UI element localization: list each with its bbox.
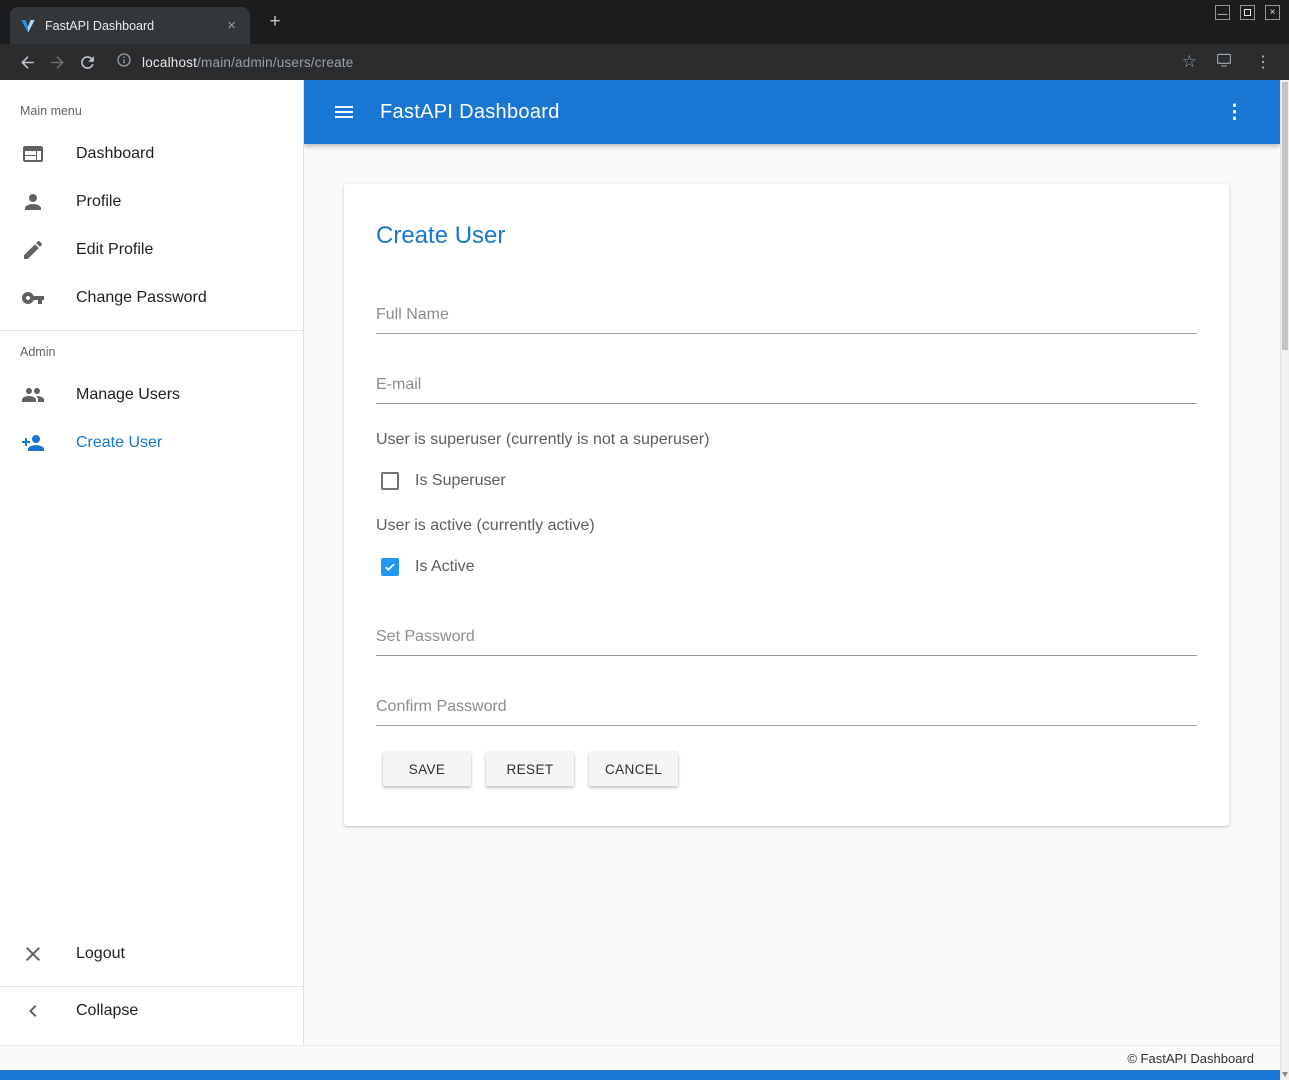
back-button[interactable] — [12, 48, 42, 76]
browser-menu-icon[interactable]: ⋮ — [1249, 52, 1277, 72]
hamburger-menu-icon[interactable] — [332, 100, 356, 124]
window-maximize-button[interactable] — [1240, 5, 1255, 20]
back-arrow-icon — [18, 53, 37, 72]
scrollbar-down-arrow-icon[interactable] — [1282, 1072, 1288, 1077]
sidebar-item-create-user[interactable]: Create User — [0, 419, 303, 467]
set-password-input[interactable] — [376, 622, 1197, 656]
sidebar-item-logout[interactable]: Logout — [0, 930, 303, 978]
superuser-hint: User is superuser (currently is not a su… — [376, 431, 1197, 449]
reset-button[interactable]: RESET — [486, 752, 574, 786]
dashboard-icon — [21, 142, 45, 166]
is-superuser-checkbox-row[interactable]: Is Superuser — [376, 472, 1197, 490]
is-active-label[interactable]: Is Active — [415, 558, 475, 576]
reload-button[interactable] — [72, 48, 102, 76]
sidebar-item-label: Collapse — [76, 1002, 138, 1020]
create-user-card: Create User User is superuser (currently… — [344, 184, 1229, 826]
person-icon — [21, 190, 45, 214]
new-tab-button[interactable]: + — [263, 11, 287, 33]
page-scrollbar[interactable] — [1280, 80, 1289, 1080]
active-hint: User is active (currently active) — [376, 517, 1197, 535]
vuetify-logo-icon — [20, 18, 36, 34]
close-x-icon — [21, 942, 45, 966]
footer-copyright: © FastAPI Dashboard — [0, 1045, 1280, 1070]
is-superuser-label[interactable]: Is Superuser — [415, 472, 506, 490]
forward-arrow-icon — [48, 53, 67, 72]
appbar: FastAPI Dashboard ⋮ — [304, 80, 1280, 144]
sidebar-caption-main-menu: Main menu — [0, 80, 303, 130]
window-controls: — × — [1215, 5, 1280, 20]
is-superuser-checkbox[interactable] — [381, 472, 399, 490]
close-icon: × — [1270, 8, 1276, 18]
sidebar-item-label: Create User — [76, 434, 162, 452]
footer-accent-bar — [0, 1070, 1280, 1080]
window-close-button[interactable]: × — [1265, 5, 1280, 20]
browser-titlebar: FastAPI Dashboard × + — × — [0, 0, 1289, 44]
main-area: FastAPI Dashboard ⋮ Create User User is … — [304, 80, 1280, 1045]
page: Main menu Dashboard Profile Edit Profile… — [0, 80, 1289, 1080]
full-name-field — [376, 300, 1197, 334]
page-title: Create User — [376, 222, 1197, 250]
sidebar-item-collapse[interactable]: Collapse — [0, 987, 303, 1035]
forward-button[interactable] — [42, 48, 72, 76]
sidebar-caption-admin: Admin — [0, 331, 303, 371]
check-icon — [383, 560, 397, 574]
save-button[interactable]: SAVE — [383, 752, 471, 786]
minimize-icon: — — [1218, 10, 1228, 20]
maximize-icon — [1244, 9, 1251, 16]
appbar-title: FastAPI Dashboard — [380, 101, 560, 124]
is-active-checkbox[interactable] — [381, 558, 399, 576]
address-bar[interactable]: localhost/main/admin/users/create — [116, 48, 1182, 76]
url-text[interactable]: localhost/main/admin/users/create — [142, 55, 353, 70]
sidebar-item-change-password[interactable]: Change Password — [0, 274, 303, 322]
tab-close-icon[interactable]: × — [223, 16, 240, 35]
sidebar-item-label: Dashboard — [76, 145, 154, 163]
confirm-password-field — [376, 692, 1197, 726]
sidebar-item-edit-profile[interactable]: Edit Profile — [0, 226, 303, 274]
full-name-input[interactable] — [376, 300, 1197, 334]
person-add-icon — [21, 431, 45, 455]
sidebar-spacer — [0, 467, 303, 930]
chevron-left-icon — [21, 999, 45, 1023]
sidebar-item-label: Logout — [76, 945, 125, 963]
window-minimize-button[interactable]: — — [1215, 5, 1230, 20]
scrollbar-thumb[interactable] — [1282, 82, 1288, 350]
reload-icon — [78, 53, 97, 72]
confirm-password-input[interactable] — [376, 692, 1197, 726]
email-input[interactable] — [376, 370, 1197, 404]
sidebar: Main menu Dashboard Profile Edit Profile… — [0, 80, 304, 1045]
form-actions: SAVE RESET CANCEL — [376, 752, 1197, 786]
sidebar-item-label: Change Password — [76, 289, 207, 307]
tab-title: FastAPI Dashboard — [45, 19, 223, 33]
sidebar-item-label: Edit Profile — [76, 241, 153, 259]
sidebar-item-dashboard[interactable]: Dashboard — [0, 130, 303, 178]
browser-toolbar: localhost/main/admin/users/create ☆ ⋮ — [0, 44, 1289, 80]
appbar-menu-icon[interactable]: ⋮ — [1217, 97, 1252, 128]
sidebar-item-label: Manage Users — [76, 386, 180, 404]
key-icon — [21, 286, 45, 310]
url-path: /main/admin/users/create — [197, 55, 353, 70]
is-active-checkbox-row[interactable]: Is Active — [376, 558, 1197, 576]
footer: © FastAPI Dashboard — [0, 1045, 1280, 1080]
url-host: localhost — [142, 55, 197, 70]
extensions-icon[interactable] — [1215, 51, 1233, 74]
info-icon[interactable] — [116, 52, 132, 73]
sidebar-item-label: Profile — [76, 193, 121, 211]
email-field — [376, 370, 1197, 404]
browser-tab[interactable]: FastAPI Dashboard × — [10, 7, 250, 44]
people-icon — [21, 383, 45, 407]
sidebar-item-profile[interactable]: Profile — [0, 178, 303, 226]
cancel-button[interactable]: CANCEL — [589, 752, 678, 786]
set-password-field — [376, 622, 1197, 656]
bookmark-star-icon[interactable]: ☆ — [1182, 52, 1197, 72]
sidebar-item-manage-users[interactable]: Manage Users — [0, 371, 303, 419]
pencil-icon — [21, 238, 45, 262]
